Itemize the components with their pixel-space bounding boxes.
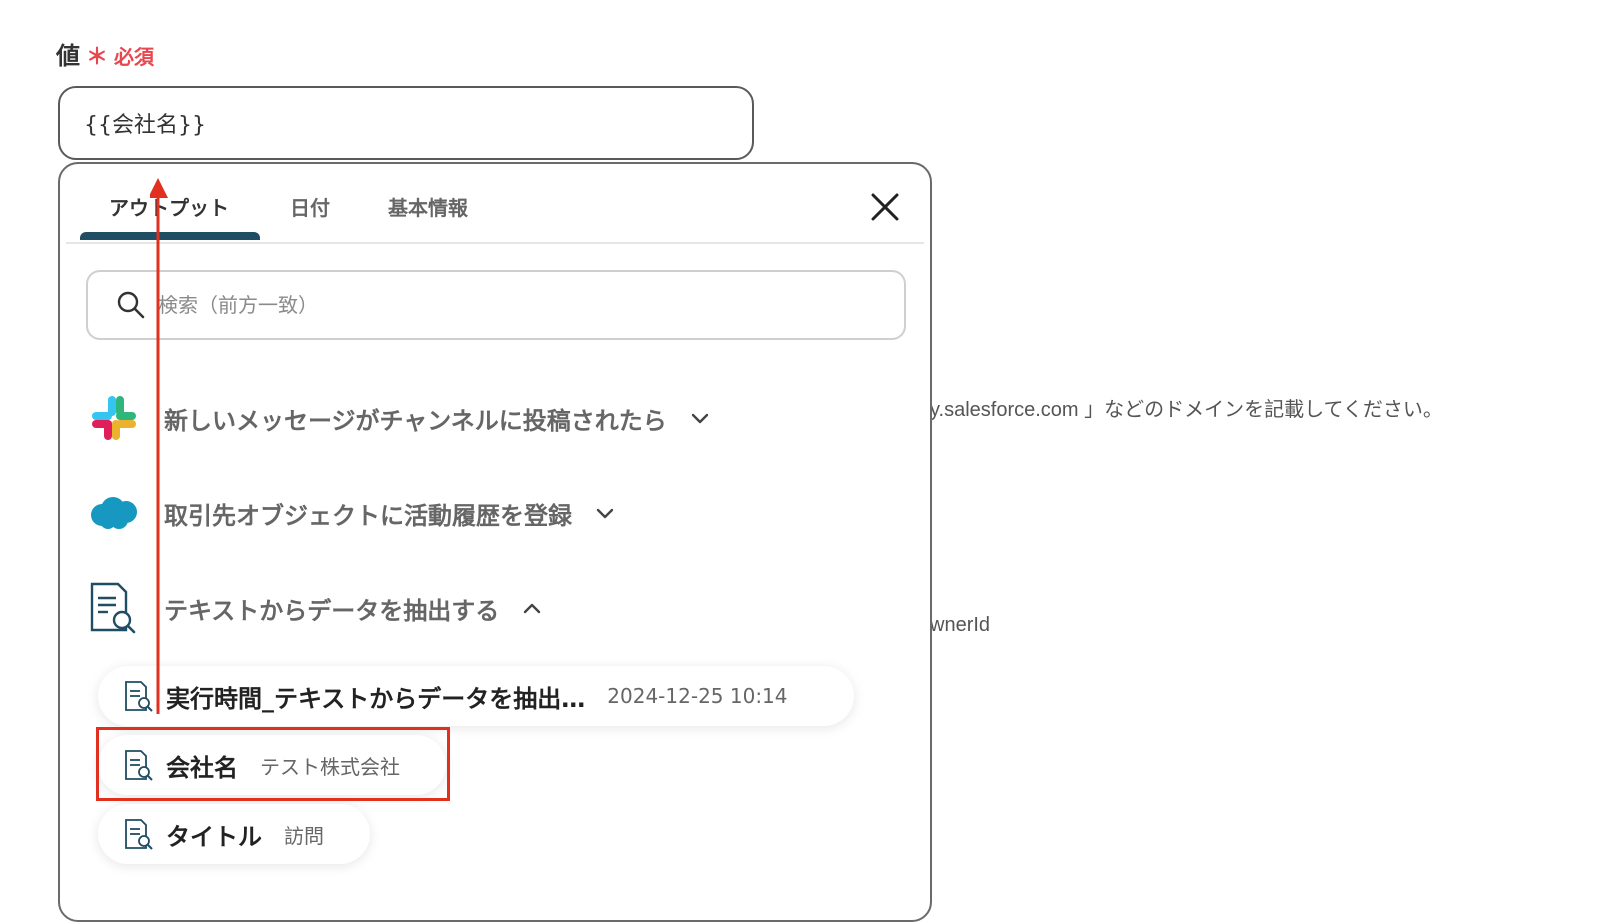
field-label: 値 ＊ 必須 [56,36,154,71]
tab-date[interactable]: 日付 [290,192,330,221]
document-search-icon [125,819,153,850]
search-icon [117,291,145,319]
output-panel: アウトプット 日付 基本情報 新しいメッセージがチャンネルに投稿されたら [58,162,932,922]
search-input[interactable] [156,292,860,318]
group-label-salesforce: 取引先オブジェクトに活動履歴を登録 [164,501,572,530]
document-search-icon [125,681,153,712]
item-name: 実行時間_テキストからデータを抽出… [166,684,586,713]
chevron-down-icon [596,508,614,519]
owner-field-text: wnerId [930,614,991,636]
chevron-up-icon [524,603,541,614]
tab-basic-info[interactable]: 基本情報 [388,192,468,221]
search-box[interactable] [86,270,906,340]
chevron-down-icon [691,413,709,424]
domain-hint-text: y.salesforce.com 」などのドメインを記載してください。 [930,399,1443,421]
output-item-company-name[interactable]: 会社名 テスト株式会社 [98,735,446,795]
group-slack-trigger[interactable]: 新しいメッセージがチャンネルに投稿されたら [86,390,711,446]
output-item-title[interactable]: タイトル 訪問 [98,804,370,864]
value-input-text: {{会社名}} [84,113,206,138]
group-extract-data[interactable]: テキストからデータを抽出する [86,580,543,636]
group-salesforce-action[interactable]: 取引先オブジェクトに活動履歴を登録 [86,485,616,541]
close-icon[interactable] [868,190,902,224]
document-search-icon [125,750,153,781]
group-label-slack: 新しいメッセージがチャンネルに投稿されたら [164,406,667,435]
value-input[interactable]: {{会社名}} [58,86,754,160]
required-label: 必須 [114,45,155,69]
slack-icon [92,396,136,440]
document-search-icon [90,582,136,634]
group-label-extract: テキストからデータを抽出する [164,596,500,625]
active-tab-indicator [80,232,260,240]
item-value: 2024-12-25 10:14 [607,684,788,708]
output-item-exec-time[interactable]: 実行時間_テキストからデータを抽出… 2024-12-25 10:14 [98,666,854,726]
salesforce-cloud-icon [91,497,137,529]
item-value: テスト株式会社 [260,754,400,779]
item-value: 訪問 [284,823,324,848]
item-name: タイトル [166,822,262,851]
tab-output[interactable]: アウトプット [109,192,229,221]
tab-bar: アウトプット 日付 基本情報 [66,164,924,244]
required-mark: ＊ [86,45,109,70]
item-name: 会社名 [166,753,238,782]
field-label-text: 値 [56,42,80,70]
